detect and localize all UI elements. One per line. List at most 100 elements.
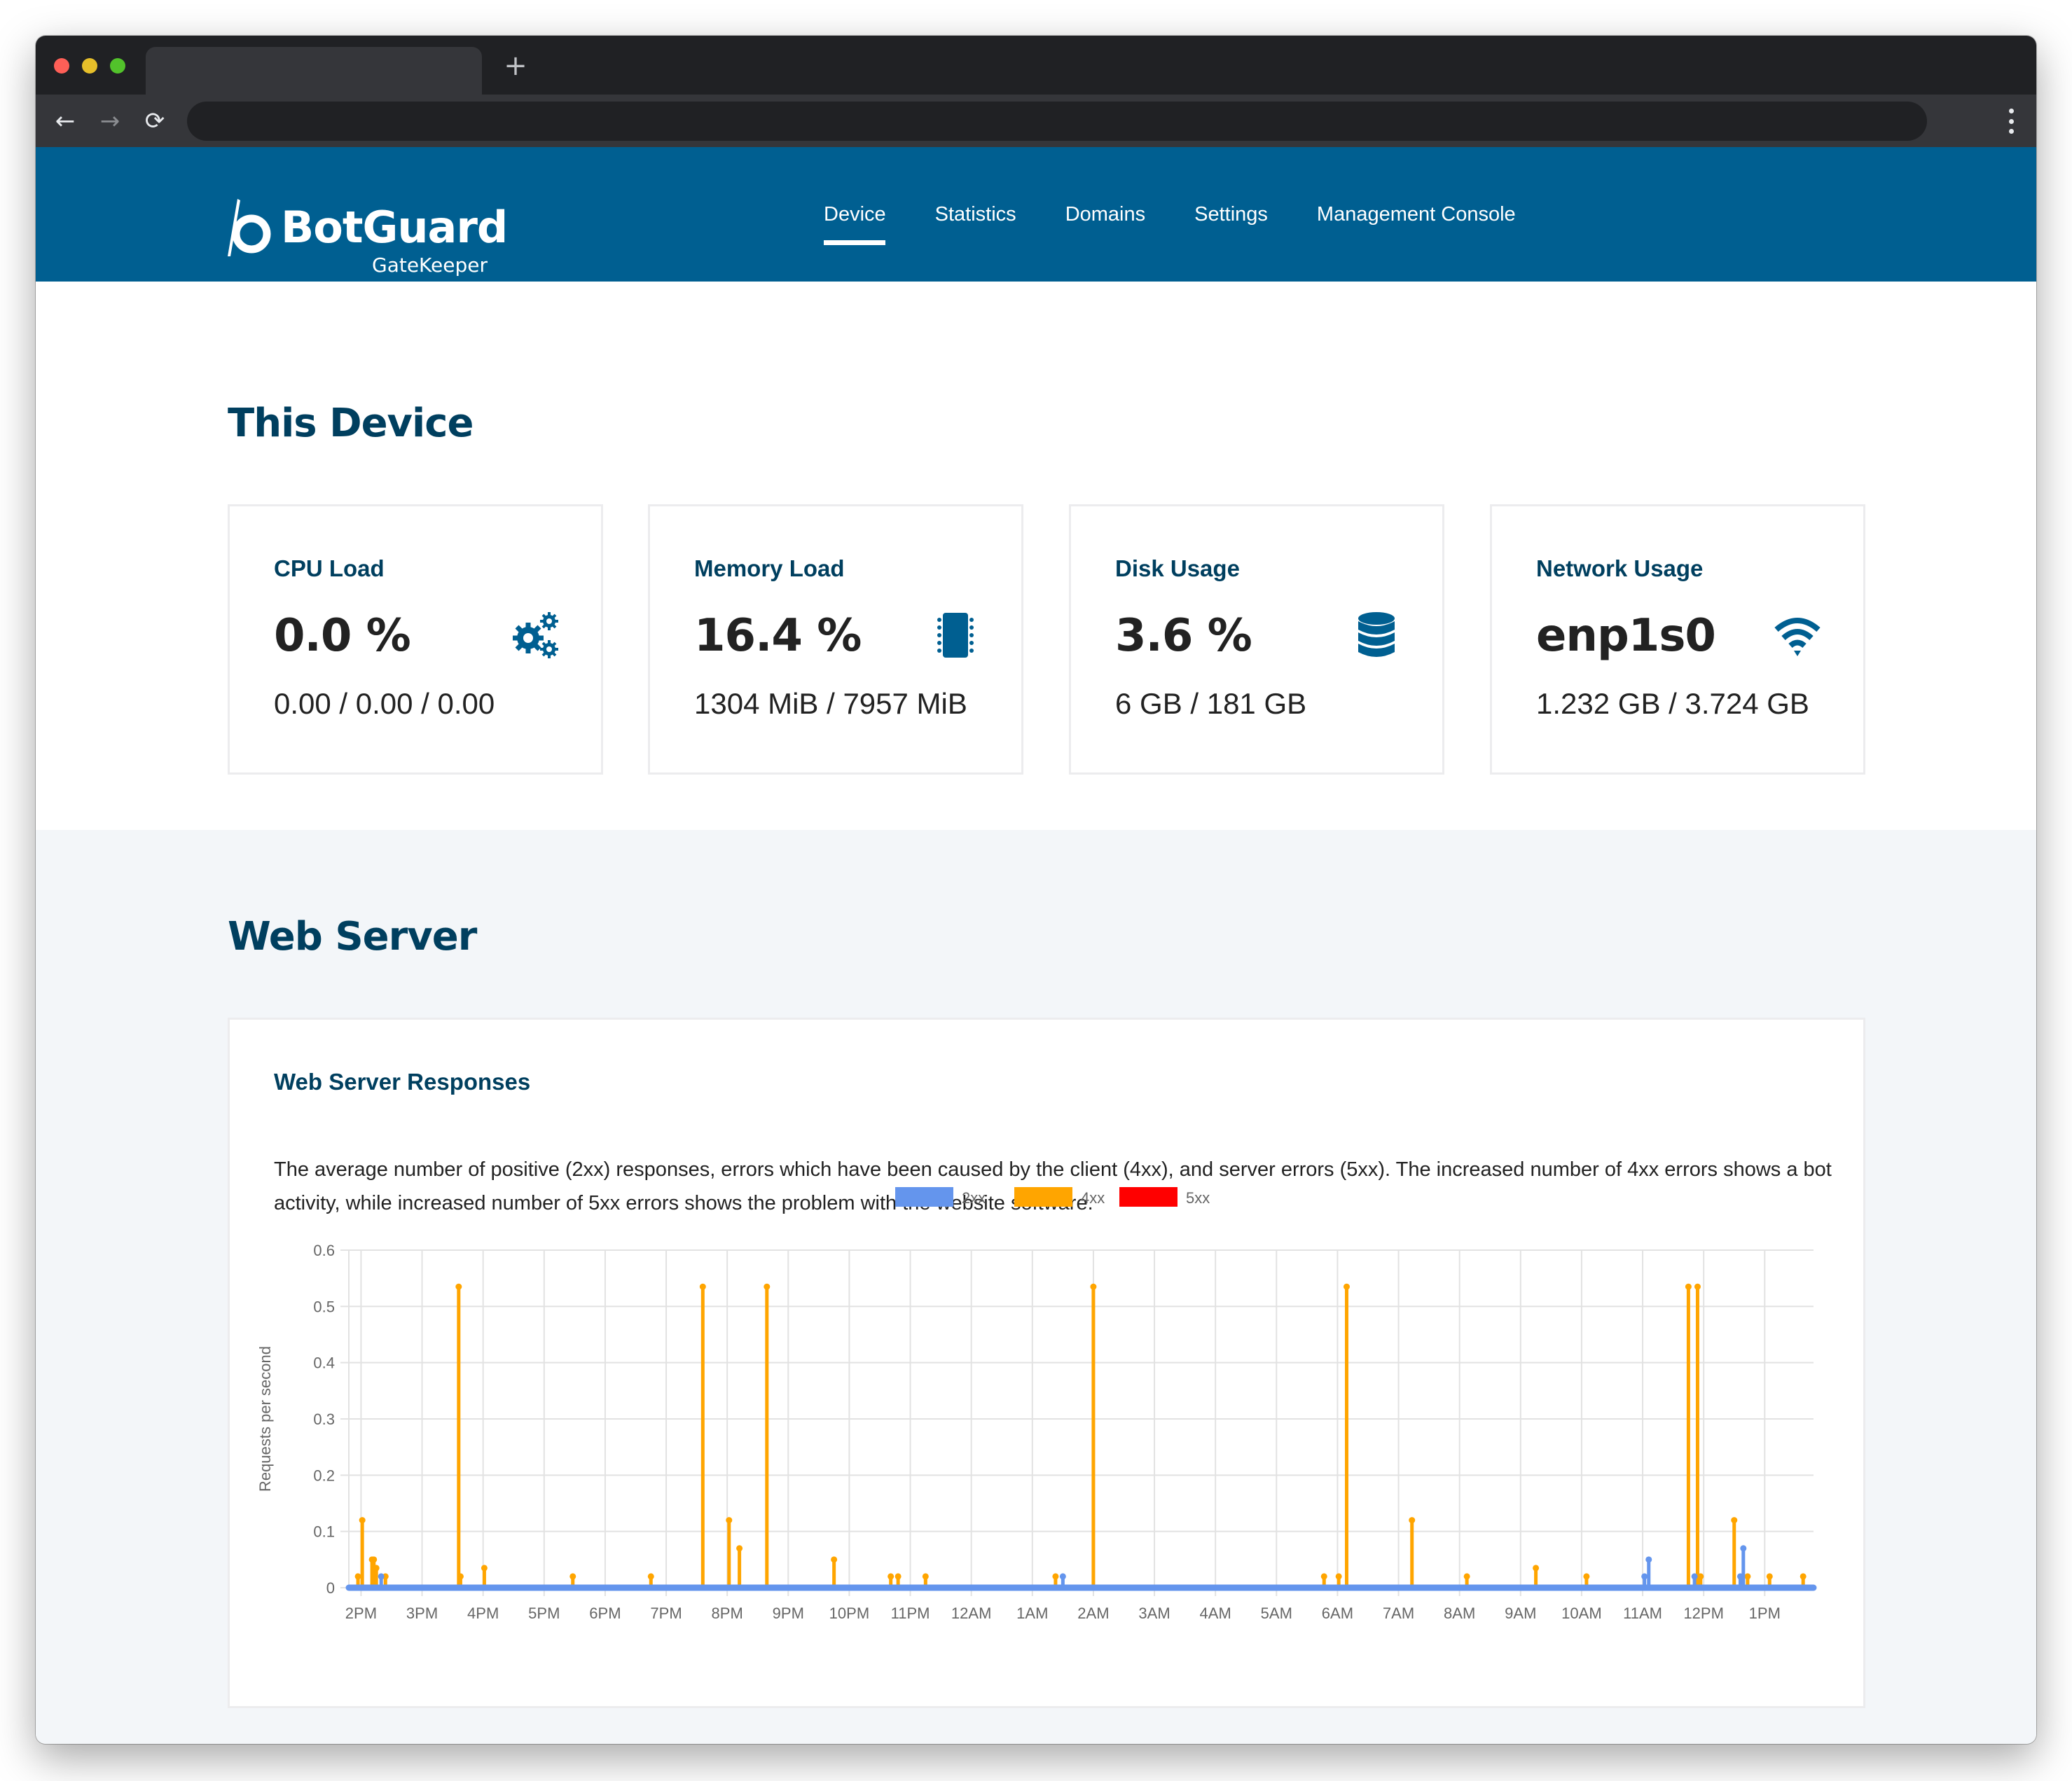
x-tick-label: 2AM bbox=[1077, 1605, 1109, 1622]
series-4xx-point bbox=[1052, 1573, 1059, 1580]
wifi-icon bbox=[1774, 618, 1821, 656]
web-server-section: Web Server Web Server Responses The aver… bbox=[36, 830, 2036, 1744]
x-tick-label: 6AM bbox=[1322, 1605, 1353, 1622]
series-4xx-point bbox=[736, 1545, 743, 1552]
device-section-title: This Device bbox=[228, 401, 474, 446]
series-2xx-point bbox=[1691, 1573, 1698, 1580]
x-tick-label: 10AM bbox=[1561, 1605, 1601, 1622]
tab-bar: + bbox=[36, 36, 2036, 95]
nav-statistics[interactable]: Statistics bbox=[911, 147, 1041, 282]
disk-usage-card: Disk Usage 3.6 % 6 GB / 181 GB bbox=[1069, 504, 1444, 775]
y-tick-label: 0 bbox=[326, 1579, 335, 1597]
card-value: 16.4 % bbox=[694, 610, 862, 662]
series-4xx-point bbox=[1744, 1573, 1751, 1580]
browser-menu-icon[interactable] bbox=[2004, 109, 2018, 134]
nav-settings[interactable]: Settings bbox=[1170, 147, 1292, 282]
card-value: 3.6 % bbox=[1115, 610, 1252, 662]
y-axis-label: Requests per second bbox=[256, 1346, 274, 1492]
y-tick-label: 0.5 bbox=[313, 1298, 335, 1315]
series-4xx-point bbox=[457, 1573, 464, 1580]
legend-swatch-2xx bbox=[895, 1187, 953, 1207]
address-bar[interactable] bbox=[187, 102, 1927, 141]
nav-domains[interactable]: Domains bbox=[1041, 147, 1170, 282]
gears-icon bbox=[513, 612, 558, 658]
browser-toolbar: ← → ⟳ bbox=[36, 95, 2036, 147]
series-4xx-point bbox=[726, 1517, 733, 1524]
network-usage-card: Network Usage enp1s0 1.232 GB / 3.724 GB bbox=[1490, 504, 1865, 775]
card-title: Network Usage bbox=[1536, 555, 1704, 581]
site-header: BotGuard GateKeeper Device Statistics Do… bbox=[36, 147, 2036, 282]
series-4xx-point bbox=[1685, 1283, 1692, 1290]
series-4xx-point bbox=[1731, 1517, 1738, 1524]
x-tick-label: 3AM bbox=[1138, 1605, 1170, 1622]
card-detail: 1304 MiB / 7957 MiB bbox=[694, 687, 967, 720]
series-4xx-point bbox=[1583, 1573, 1590, 1580]
x-tick-label: 9AM bbox=[1505, 1605, 1536, 1622]
back-arrow-icon[interactable]: ← bbox=[48, 104, 82, 138]
series-4xx-point bbox=[1335, 1573, 1342, 1580]
y-tick-label: 0.6 bbox=[313, 1242, 335, 1259]
series-2xx-point bbox=[1059, 1573, 1066, 1580]
card-detail: 6 GB / 181 GB bbox=[1115, 687, 1307, 720]
y-tick-label: 0.3 bbox=[313, 1411, 335, 1428]
x-tick-label: 2PM bbox=[345, 1605, 377, 1622]
responses-chart: 0 0.1 0.2 0.3 0.4 0.5 0.6 2PM 3PM 4PM 5PM 6PM 7PM 8PM… bbox=[256, 1187, 1817, 1622]
series-4xx-point bbox=[481, 1565, 488, 1572]
series-4xx-point bbox=[1694, 1283, 1701, 1290]
x-tick-label: 6PM bbox=[589, 1605, 621, 1622]
series-4xx-point bbox=[359, 1517, 366, 1524]
close-window-button[interactable] bbox=[54, 58, 69, 74]
browser-tab[interactable] bbox=[146, 47, 482, 95]
memory-load-card: Memory Load 16.4 % 1304 MiB / 7957 MiB bbox=[648, 504, 1023, 775]
y-tick-label: 0.2 bbox=[313, 1467, 335, 1484]
x-tick-label: 10PM bbox=[829, 1605, 869, 1622]
series-4xx-point bbox=[1697, 1573, 1704, 1580]
x-tick-label: 12AM bbox=[951, 1605, 991, 1622]
series-4xx-point bbox=[922, 1573, 929, 1580]
series-2xx-point bbox=[1740, 1545, 1747, 1552]
maximize-window-button[interactable] bbox=[110, 58, 125, 74]
forward-arrow-icon[interactable]: → bbox=[93, 104, 127, 138]
series-4xx-point bbox=[455, 1283, 462, 1290]
legend-swatch-5xx bbox=[1119, 1187, 1177, 1207]
reload-icon[interactable]: ⟳ bbox=[138, 104, 172, 138]
series-2xx-point bbox=[1641, 1573, 1648, 1580]
web-server-section-title: Web Server bbox=[228, 914, 477, 959]
botguard-logo-mark-icon bbox=[228, 199, 271, 256]
series-4xx-point bbox=[647, 1573, 654, 1580]
legend-label-4xx: 4xx bbox=[1081, 1189, 1105, 1207]
x-tick-label: 5PM bbox=[528, 1605, 560, 1622]
new-tab-button[interactable]: + bbox=[498, 48, 533, 83]
series-4xx-point bbox=[1463, 1573, 1470, 1580]
nav-device[interactable]: Device bbox=[799, 147, 911, 282]
y-tick-label: 0.1 bbox=[313, 1523, 335, 1541]
series-4xx-point bbox=[1409, 1517, 1416, 1524]
minimize-window-button[interactable] bbox=[82, 58, 97, 74]
database-icon bbox=[1358, 612, 1395, 657]
main-nav: Device Statistics Domains Settings Manag… bbox=[799, 147, 1540, 282]
card-title: Memory Load bbox=[694, 555, 845, 581]
series-4xx-point bbox=[569, 1573, 576, 1580]
series-4xx-point bbox=[895, 1573, 902, 1580]
product-name: GateKeeper bbox=[372, 254, 488, 277]
series-2xx-point bbox=[378, 1573, 385, 1580]
series-4xx-point bbox=[373, 1565, 380, 1572]
nav-management-console[interactable]: Management Console bbox=[1292, 147, 1540, 282]
x-tick-label: 11AM bbox=[1623, 1605, 1662, 1622]
card-value: enp1s0 bbox=[1536, 610, 1716, 662]
series-4xx-point bbox=[371, 1556, 378, 1563]
x-tick-label: 5AM bbox=[1261, 1605, 1292, 1622]
x-tick-label: 1PM bbox=[1749, 1605, 1781, 1622]
memory-chip-icon bbox=[937, 613, 974, 658]
card-detail: 1.232 GB / 3.724 GB bbox=[1536, 687, 1809, 720]
x-tick-label: 9PM bbox=[773, 1605, 804, 1622]
series-4xx-point bbox=[1800, 1573, 1807, 1580]
browser-window: + ← → ⟳ BotGuard GateKeeper Device Stati… bbox=[36, 36, 2036, 1744]
x-tick-label: 7PM bbox=[650, 1605, 682, 1622]
card-title: Disk Usage bbox=[1115, 555, 1240, 581]
series-4xx-point bbox=[1343, 1283, 1350, 1290]
x-tick-label: 3PM bbox=[406, 1605, 438, 1622]
card-title: CPU Load bbox=[274, 555, 385, 581]
brand-name: BotGuard bbox=[281, 202, 508, 253]
series-4xx-point bbox=[1090, 1283, 1097, 1290]
